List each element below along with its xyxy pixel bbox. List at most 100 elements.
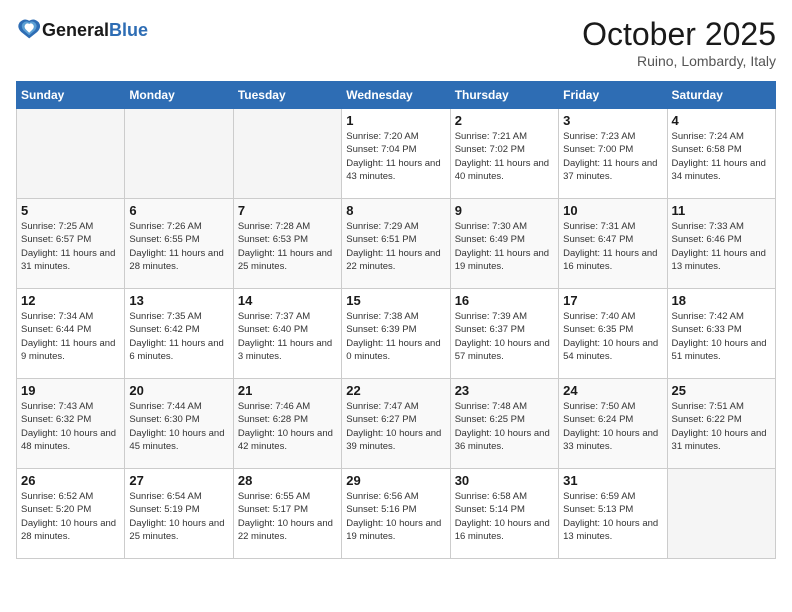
calendar-cell: 8 Sunrise: 7:29 AMSunset: 6:51 PMDaylight… — [342, 199, 450, 289]
day-info: Sunrise: 7:29 AMSunset: 6:51 PMDaylight:… — [346, 220, 445, 273]
calendar-cell: 15 Sunrise: 7:38 AMSunset: 6:39 PMDayligh… — [342, 289, 450, 379]
calendar-cell: 5Sunrise: 7:25 AMSunset: 6:57 PMDaylight… — [17, 199, 125, 289]
calendar-header-thursday: Thursday — [450, 82, 558, 109]
calendar-table: SundayMondayTuesdayWednesdayThursdayFrid… — [16, 81, 776, 559]
calendar-cell: 16 Sunrise: 7:39 AMSunset: 6:37 PMDayligh… — [450, 289, 558, 379]
day-number: 19 — [21, 383, 120, 398]
day-number: 2 — [455, 113, 554, 128]
logo-icon — [18, 16, 42, 40]
calendar-cell: 7 Sunrise: 7:28 AMSunset: 6:53 PMDaylight… — [233, 199, 341, 289]
calendar-header-tuesday: Tuesday — [233, 82, 341, 109]
day-info: Sunrise: 6:59 AMSunset: 5:13 PMDaylight:… — [563, 490, 662, 543]
day-number: 27 — [129, 473, 228, 488]
calendar-cell: 14 Sunrise: 7:37 AMSunset: 6:40 PMDayligh… — [233, 289, 341, 379]
calendar-header-friday: Friday — [559, 82, 667, 109]
day-info: Sunrise: 7:50 AMSunset: 6:24 PMDaylight:… — [563, 400, 662, 453]
day-number: 30 — [455, 473, 554, 488]
day-info: Sunrise: 7:40 AMSunset: 6:35 PMDaylight:… — [563, 310, 662, 363]
day-number: 7 — [238, 203, 337, 218]
calendar-cell: 29Sunrise: 6:56 AMSunset: 5:16 PMDayligh… — [342, 469, 450, 559]
day-number: 8 — [346, 203, 445, 218]
day-info: Sunrise: 7:42 AMSunset: 6:33 PMDaylight:… — [672, 310, 771, 363]
day-info: Sunrise: 7:38 AMSunset: 6:39 PMDaylight:… — [346, 310, 445, 363]
day-info: Sunrise: 7:51 AMSunset: 6:22 PMDaylight:… — [672, 400, 771, 453]
calendar-week-row: 1Sunrise: 7:20 AMSunset: 7:04 PMDaylight… — [17, 109, 776, 199]
day-number: 25 — [672, 383, 771, 398]
calendar-cell: 30Sunrise: 6:58 AMSunset: 5:14 PMDayligh… — [450, 469, 558, 559]
day-info: Sunrise: 7:48 AMSunset: 6:25 PMDaylight:… — [455, 400, 554, 453]
calendar-cell: 25 Sunrise: 7:51 AMSunset: 6:22 PMDayligh… — [667, 379, 775, 469]
calendar-cell: 17 Sunrise: 7:40 AMSunset: 6:35 PMDayligh… — [559, 289, 667, 379]
calendar-week-row: 26 Sunrise: 6:52 AMSunset: 5:20 PMDayligh… — [17, 469, 776, 559]
calendar-header-wednesday: Wednesday — [342, 82, 450, 109]
calendar-cell: 3 Sunrise: 7:23 AMSunset: 7:00 PMDaylight… — [559, 109, 667, 199]
day-number: 13 — [129, 293, 228, 308]
calendar-cell: 12 Sunrise: 7:34 AMSunset: 6:44 PMDayligh… — [17, 289, 125, 379]
day-number: 16 — [455, 293, 554, 308]
calendar-cell: 28 Sunrise: 6:55 AMSunset: 5:17 PMDayligh… — [233, 469, 341, 559]
calendar-week-row: 5Sunrise: 7:25 AMSunset: 6:57 PMDaylight… — [17, 199, 776, 289]
day-info: Sunrise: 7:43 AMSunset: 6:32 PMDaylight:… — [21, 400, 120, 453]
day-info: Sunrise: 7:47 AMSunset: 6:27 PMDaylight:… — [346, 400, 445, 453]
day-number: 3 — [563, 113, 662, 128]
calendar-cell: 19 Sunrise: 7:43 AMSunset: 6:32 PMDayligh… — [17, 379, 125, 469]
calendar-cell: 21Sunrise: 7:46 AMSunset: 6:28 PMDayligh… — [233, 379, 341, 469]
day-number: 10 — [563, 203, 662, 218]
day-number: 29 — [346, 473, 445, 488]
day-number: 24 — [563, 383, 662, 398]
day-info: Sunrise: 7:25 AMSunset: 6:57 PMDaylight:… — [21, 220, 120, 273]
day-number: 15 — [346, 293, 445, 308]
day-number: 12 — [21, 293, 120, 308]
calendar-cell — [125, 109, 233, 199]
calendar-header-sunday: Sunday — [17, 82, 125, 109]
calendar-cell: 1Sunrise: 7:20 AMSunset: 7:04 PMDaylight… — [342, 109, 450, 199]
calendar-cell: 4 Sunrise: 7:24 AMSunset: 6:58 PMDaylight… — [667, 109, 775, 199]
day-info: Sunrise: 7:24 AMSunset: 6:58 PMDaylight:… — [672, 130, 771, 183]
day-info: Sunrise: 7:39 AMSunset: 6:37 PMDaylight:… — [455, 310, 554, 363]
day-number: 9 — [455, 203, 554, 218]
calendar-cell: 2 Sunrise: 7:21 AMSunset: 7:02 PMDaylight… — [450, 109, 558, 199]
page-header: GeneralBlue October 2025 Ruino, Lombardy… — [16, 16, 776, 69]
day-info: Sunrise: 7:35 AMSunset: 6:42 PMDaylight:… — [129, 310, 228, 363]
calendar-header-monday: Monday — [125, 82, 233, 109]
calendar-header-saturday: Saturday — [667, 82, 775, 109]
day-info: Sunrise: 7:28 AMSunset: 6:53 PMDaylight:… — [238, 220, 337, 273]
location: Ruino, Lombardy, Italy — [582, 53, 776, 69]
day-info: Sunrise: 6:54 AMSunset: 5:19 PMDaylight:… — [129, 490, 228, 543]
day-info: Sunrise: 6:52 AMSunset: 5:20 PMDaylight:… — [21, 490, 120, 543]
day-info: Sunrise: 7:31 AMSunset: 6:47 PMDaylight:… — [563, 220, 662, 273]
day-number: 26 — [21, 473, 120, 488]
day-info: Sunrise: 7:26 AMSunset: 6:55 PMDaylight:… — [129, 220, 228, 273]
calendar-cell: 11Sunrise: 7:33 AMSunset: 6:46 PMDayligh… — [667, 199, 775, 289]
title-block: October 2025 Ruino, Lombardy, Italy — [582, 16, 776, 69]
calendar-cell: 26 Sunrise: 6:52 AMSunset: 5:20 PMDayligh… — [17, 469, 125, 559]
day-number: 6 — [129, 203, 228, 218]
day-number: 28 — [238, 473, 337, 488]
day-number: 31 — [563, 473, 662, 488]
day-info: Sunrise: 7:37 AMSunset: 6:40 PMDaylight:… — [238, 310, 337, 363]
calendar-cell: 6 Sunrise: 7:26 AMSunset: 6:55 PMDaylight… — [125, 199, 233, 289]
day-number: 17 — [563, 293, 662, 308]
day-info: Sunrise: 7:23 AMSunset: 7:00 PMDaylight:… — [563, 130, 662, 183]
day-info: Sunrise: 7:44 AMSunset: 6:30 PMDaylight:… — [129, 400, 228, 453]
calendar-cell: 23 Sunrise: 7:48 AMSunset: 6:25 PMDayligh… — [450, 379, 558, 469]
calendar-cell — [667, 469, 775, 559]
day-number: 22 — [346, 383, 445, 398]
calendar-cell: 24 Sunrise: 7:50 AMSunset: 6:24 PMDayligh… — [559, 379, 667, 469]
day-info: Sunrise: 7:30 AMSunset: 6:49 PMDaylight:… — [455, 220, 554, 273]
day-info: Sunrise: 7:21 AMSunset: 7:02 PMDaylight:… — [455, 130, 554, 183]
calendar-cell: 18Sunrise: 7:42 AMSunset: 6:33 PMDayligh… — [667, 289, 775, 379]
day-number: 23 — [455, 383, 554, 398]
day-number: 14 — [238, 293, 337, 308]
day-info: Sunrise: 6:55 AMSunset: 5:17 PMDaylight:… — [238, 490, 337, 543]
calendar-cell: 13 Sunrise: 7:35 AMSunset: 6:42 PMDayligh… — [125, 289, 233, 379]
month-title: October 2025 — [582, 16, 776, 53]
calendar-cell: 9 Sunrise: 7:30 AMSunset: 6:49 PMDaylight… — [450, 199, 558, 289]
calendar-week-row: 19 Sunrise: 7:43 AMSunset: 6:32 PMDayligh… — [17, 379, 776, 469]
day-info: Sunrise: 7:33 AMSunset: 6:46 PMDaylight:… — [672, 220, 771, 273]
day-info: Sunrise: 7:34 AMSunset: 6:44 PMDaylight:… — [21, 310, 120, 363]
calendar-cell — [17, 109, 125, 199]
calendar-header-row: SundayMondayTuesdayWednesdayThursdayFrid… — [17, 82, 776, 109]
day-info: Sunrise: 7:20 AMSunset: 7:04 PMDaylight:… — [346, 130, 445, 183]
day-number: 4 — [672, 113, 771, 128]
